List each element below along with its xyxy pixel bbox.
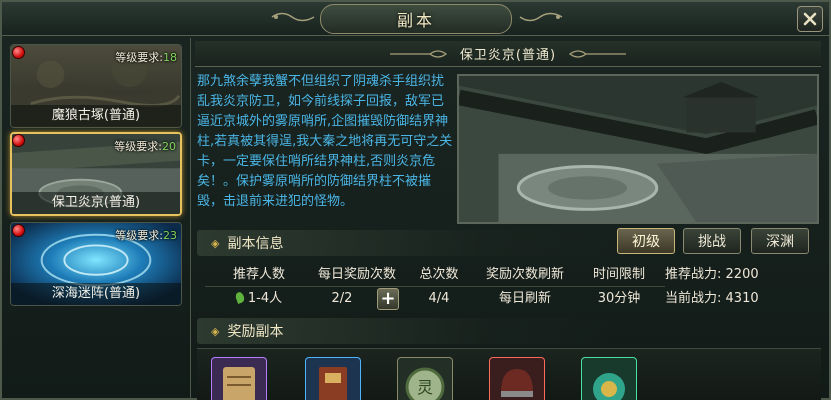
close-icon (803, 12, 817, 26)
value-players: 1-4人 (217, 288, 301, 310)
level-requirement: 等级要求:20 (114, 138, 176, 154)
dungeon-name: 深海迷阵(普通) (11, 283, 181, 305)
value-time-limit: 30分钟 (597, 291, 641, 306)
banner-ornament-left-icon (389, 49, 448, 58)
header-daily-rewards: 每日奖励次数 (317, 267, 396, 282)
recommended-power-value: 2200 (725, 267, 759, 282)
section-rewards-label: 奖励副本 (227, 324, 284, 340)
players-value: 1-4人 (247, 291, 283, 306)
notification-dot-icon (12, 134, 25, 147)
difficulty-button-challenge[interactable]: 挑战 (683, 228, 741, 254)
dungeon-card-molang[interactable]: 等级要求:18 魔狼古塚(普通) (10, 44, 182, 128)
book-icon[interactable] (305, 357, 361, 400)
leaf-icon (234, 290, 246, 305)
dungeon-detail-panel: 保卫炎京(普通) 那九煞余孽我蟹不但组织了阴魂杀手组织扰乱我炎京防卫，如今前线探… (190, 38, 827, 400)
section-info-header: ◈ 副本信息 (197, 230, 617, 256)
level-value: 23 (163, 229, 177, 242)
dungeon-card-baowei[interactable]: 等级要求:20 保卫炎京(普通) (10, 132, 182, 216)
dungeon-title: 保卫炎京(普通) (459, 48, 557, 63)
level-requirement: 等级要求:23 (115, 227, 177, 243)
window-title: 副本 (396, 11, 435, 30)
title-ornament-left-icon (271, 12, 315, 22)
jade-token-icon[interactable]: 灵 (397, 357, 453, 400)
recommended-power-label: 推荐战力: (665, 267, 722, 282)
dungeon-list: 等级要求:18 魔狼古塚(普通) 等级要求:20 保卫炎京(普通) 等级要求:2… (10, 44, 184, 306)
difficulty-button-abyss[interactable]: 深渊 (751, 228, 809, 254)
dungeon-scene-image (457, 74, 819, 224)
diamond-icon: ◈ (211, 324, 220, 338)
header-total: 总次数 (419, 267, 459, 282)
dungeon-card-shenhai[interactable]: 等级要求:23 深海迷阵(普通) (10, 222, 182, 306)
notification-dot-icon (12, 224, 25, 237)
level-label: 等级要求: (115, 51, 163, 64)
difficulty-button-easy[interactable]: 初级 (617, 228, 675, 254)
dungeon-window: 副本 等级要求:18 魔狼古塚(普通) 等级要求:20 保卫炎京(普通) 等级要… (0, 0, 831, 400)
level-requirement: 等级要求:18 (115, 49, 177, 65)
title-plate: 副本 (320, 4, 512, 34)
plus-icon: + (380, 288, 396, 309)
section-info-label: 副本信息 (227, 236, 284, 252)
dungeon-info-table: 推荐人数 每日奖励次数 总次数 奖励次数刷新 时间限制 推荐战力: 2200 1… (205, 264, 821, 314)
notification-dot-icon (12, 46, 25, 59)
title-bar: 副本 (2, 2, 829, 36)
header-time-limit: 时间限制 (592, 267, 645, 282)
title-ornament-right-icon (519, 12, 563, 22)
dungeon-name: 保卫炎京(普通) (12, 192, 180, 214)
diamond-icon: ◈ (211, 236, 220, 250)
scroll-icon[interactable] (211, 357, 267, 400)
dungeon-story: 那九煞余孽我蟹不但组织了阴魂杀手组织扰乱我炎京防卫，如今前线探子回报，敌军已逼近… (197, 74, 453, 209)
level-value: 20 (162, 140, 176, 153)
current-power-label: 当前战力: (665, 291, 722, 306)
reward-items-row: 灵 (197, 348, 821, 400)
banner-ornament-right-icon (568, 49, 627, 58)
current-power-value: 4310 (725, 291, 759, 306)
level-label: 等级要求: (115, 229, 163, 242)
header-refresh: 奖励次数刷新 (485, 267, 564, 282)
value-daily-rewards: 2/2 (331, 291, 353, 306)
value-refresh: 每日刷新 (498, 291, 551, 306)
gem-icon[interactable] (581, 357, 637, 400)
level-label: 等级要求: (114, 140, 162, 153)
value-total: 4/4 (428, 291, 450, 306)
dungeon-name: 魔狼古塚(普通) (11, 105, 181, 127)
level-value: 18 (163, 51, 177, 64)
add-reward-count-button[interactable]: + (377, 288, 399, 310)
recommended-power: 推荐战力: 2200 (665, 264, 825, 286)
helmet-icon[interactable] (489, 357, 545, 400)
current-power: 当前战力: 4310 (665, 288, 825, 310)
table-divider (205, 286, 665, 287)
dungeon-name-banner: 保卫炎京(普通) (195, 41, 821, 67)
svg-text:灵: 灵 (417, 378, 433, 397)
section-rewards-header: ◈ 奖励副本 (197, 318, 617, 344)
header-players: 推荐人数 (232, 267, 285, 282)
close-button[interactable] (797, 6, 823, 32)
